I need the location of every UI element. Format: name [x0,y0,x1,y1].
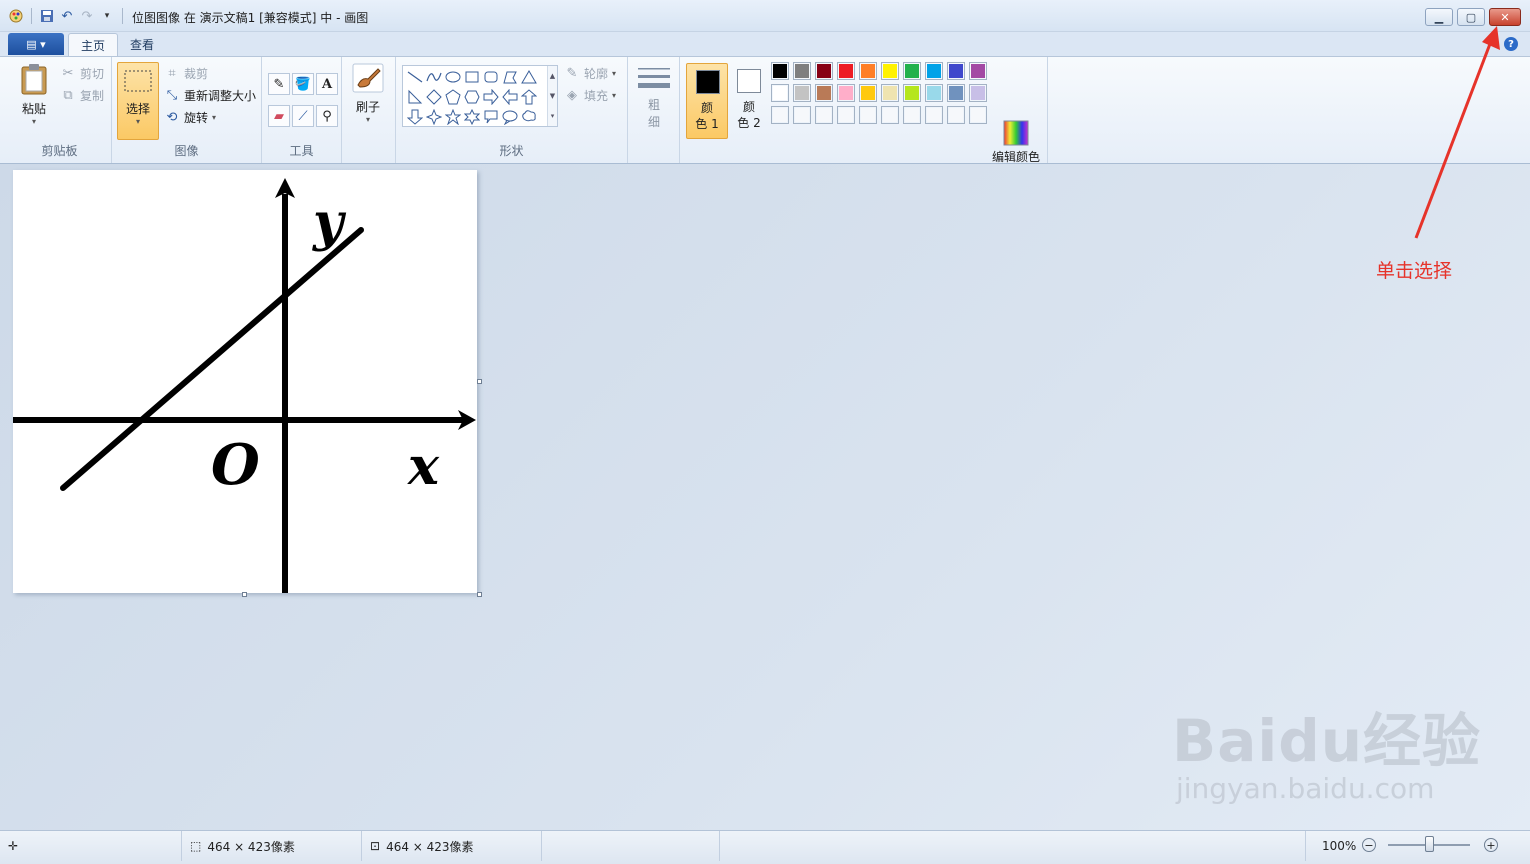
swatch-color [795,86,809,100]
palette-swatch[interactable] [969,62,987,80]
palette-swatch[interactable] [969,106,987,124]
palette-swatch[interactable] [925,106,943,124]
palette-swatch[interactable] [771,106,789,124]
palette-swatch[interactable] [925,62,943,80]
selection-size-text: 464 × 423像素 [207,839,295,854]
cursor-position-cell: ✛ [0,831,182,861]
swatch-color [839,108,853,122]
swatch-color [861,64,875,78]
image-size-text: 464 × 423像素 [386,839,474,854]
plus-icon: + [1486,838,1496,852]
palette-swatch[interactable] [881,84,899,102]
swatch-color [971,64,985,78]
palette-swatch[interactable] [793,106,811,124]
swatch-color [773,64,787,78]
zoom-in-button[interactable]: + [1484,838,1498,852]
swatch-color [773,108,787,122]
palette-swatch[interactable] [925,84,943,102]
image-size-icon: ⊡ [370,839,381,853]
swatch-color [949,86,963,100]
selection-size-icon: ⬚ [190,839,202,853]
minus-icon: − [1364,838,1374,852]
swatch-color [927,108,941,122]
swatch-color [949,64,963,78]
palette-swatch[interactable] [947,62,965,80]
palette-swatch[interactable] [881,106,899,124]
swatch-color [883,108,897,122]
swatch-color [817,86,831,100]
palette-swatch[interactable] [815,62,833,80]
swatch-color [883,64,897,78]
swatch-color [839,64,853,78]
palette-swatch[interactable] [947,84,965,102]
palette-swatch[interactable] [859,84,877,102]
swatch-color [905,64,919,78]
swatch-color [905,108,919,122]
palette-swatch[interactable] [903,106,921,124]
palette-swatch[interactable] [881,62,899,80]
palette-swatch[interactable] [903,84,921,102]
swatch-color [817,64,831,78]
swatch-color [927,64,941,78]
palette-swatch[interactable] [771,84,789,102]
swatch-color [949,108,963,122]
palette-swatch[interactable] [903,62,921,80]
swatch-color [971,108,985,122]
empty-status-cell [720,831,1306,861]
swatch-color [971,86,985,100]
swatch-color [861,108,875,122]
swatch-color [817,108,831,122]
image-size-cell: ⊡ 464 × 423像素 [362,831,542,861]
swatch-color [795,108,809,122]
palette-swatch[interactable] [793,62,811,80]
palette-swatch[interactable] [837,84,855,102]
swatch-color [905,86,919,100]
swatch-color [795,64,809,78]
palette-swatch[interactable] [793,84,811,102]
palette-swatch[interactable] [859,106,877,124]
palette-swatch[interactable] [837,62,855,80]
swatch-color [927,86,941,100]
palette-swatch[interactable] [969,84,987,102]
palette-swatch[interactable] [815,106,833,124]
palette-swatch[interactable] [771,62,789,80]
swatch-color [773,86,787,100]
palette-swatch[interactable] [859,62,877,80]
file-size-cell [542,831,720,861]
palette-swatch[interactable] [837,106,855,124]
zoom-slider-thumb[interactable] [1425,836,1434,852]
palette-swatch[interactable] [815,84,833,102]
zoom-out-button[interactable]: − [1362,838,1376,852]
swatch-color [883,86,897,100]
move-cursor-icon: ✛ [8,839,19,853]
palette-swatch[interactable] [947,106,965,124]
swatch-color [861,86,875,100]
status-bar: ✛ ⬚ 464 × 423像素 ⊡ 464 × 423像素 100% − + [0,830,1530,864]
swatch-color [839,86,853,100]
selection-size-cell: ⬚ 464 × 423像素 [182,831,362,861]
annotation-arrow [1414,26,1500,239]
zoom-level: 100% [1322,839,1357,853]
